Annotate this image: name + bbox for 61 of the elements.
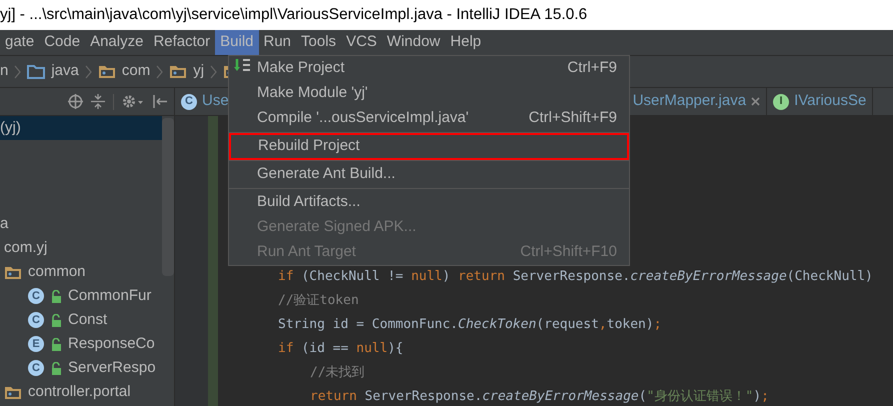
collapse-icon[interactable]: [91, 94, 105, 109]
menu-entry[interactable]: Rebuild Project: [230, 134, 628, 159]
lock-icon: [50, 290, 62, 302]
package-folder-icon: [4, 384, 22, 400]
chevron-icon: [210, 64, 218, 78]
menu-entry: Generate Signed APK...: [256, 217, 418, 238]
menu-item[interactable]: Tools: [296, 30, 342, 55]
class-icon: C: [28, 288, 44, 304]
tree-item[interactable]: a: [0, 212, 8, 236]
code-line: //未找到: [309, 364, 366, 382]
scrollbar[interactable]: [162, 118, 174, 276]
class-icon: C: [181, 94, 197, 110]
menu-item[interactable]: gate: [0, 30, 40, 55]
class-icon: C: [28, 360, 44, 376]
tree-item[interactable]: ServerRespo: [68, 356, 156, 380]
tree-item[interactable]: (yj): [0, 116, 21, 140]
tree-item[interactable]: common: [28, 260, 86, 284]
code-line: return ServerResponse.createByErrorMessage("身份认证错误！");: [309, 388, 770, 406]
target-icon[interactable]: [68, 94, 83, 109]
menu-item[interactable]: Run: [258, 30, 296, 55]
menu-entry[interactable]: Build Artifacts...: [229, 190, 629, 215]
code-line: if (id == null){: [278, 340, 404, 358]
tree-item[interactable]: com.yj: [4, 236, 48, 260]
package-folder-icon: [169, 64, 188, 79]
breadcrumb-item[interactable]: java: [51, 60, 79, 83]
lock-icon: [50, 362, 62, 374]
tree-item[interactable]: CommonFur: [68, 284, 152, 308]
chevron-icon: [14, 64, 22, 78]
folder-icon: [27, 64, 46, 79]
breadcrumb-item[interactable]: yj: [193, 60, 204, 83]
menu-item[interactable]: VCS: [341, 30, 382, 55]
code-line: if (CheckNull != null) return ServerResponse.createByErrorMessage(CheckNull): [278, 268, 874, 286]
class-icon: I: [773, 94, 790, 110]
editor-tab[interactable]: I IVariousSe: [767, 88, 874, 115]
lock-icon: [50, 338, 62, 350]
close-icon[interactable]: [751, 97, 760, 106]
menu-item[interactable]: Window: [382, 30, 446, 55]
menu-item[interactable]: Code: [39, 30, 86, 55]
code-line: String id = CommonFunc.CheckToken(request,token);: [278, 316, 663, 334]
menu-entry: Run Ant Target Ctrl+Shift+F10: [256, 242, 618, 262]
chevron-icon: [156, 64, 164, 78]
menu-item[interactable]: Help: [445, 30, 486, 55]
chevron-icon: [84, 64, 92, 78]
breadcrumb-item[interactable]: n: [0, 60, 8, 83]
tree-item[interactable]: Const: [68, 308, 108, 332]
breadcrumb-item[interactable]: com: [122, 60, 150, 83]
code-line: //验证token: [278, 292, 360, 310]
package-folder-icon: [4, 264, 22, 280]
menu-entry[interactable]: Generate Ant Build...: [229, 162, 629, 187]
package-folder-icon: [98, 64, 116, 79]
menu-item[interactable]: Refactor: [148, 30, 216, 55]
lock-icon: [50, 314, 62, 326]
pin-left-icon[interactable]: [152, 94, 168, 109]
menu-item[interactable]: Analyze: [85, 30, 148, 55]
settings-icon[interactable]: [122, 94, 144, 109]
window-title: yj] - ...\src\main\java\com\yj\service\impl\VariousServiceImpl.java - IntelliJ IDEA 15.0.6: [0, 5, 588, 26]
tree-item[interactable]: controller.portal: [28, 380, 131, 404]
class-icon: C: [28, 312, 44, 328]
menu-entry[interactable]: Make Project Ctrl+F9: [229, 56, 629, 81]
class-icon: E: [28, 336, 44, 352]
tree-item[interactable]: ResponseCo: [68, 332, 155, 356]
